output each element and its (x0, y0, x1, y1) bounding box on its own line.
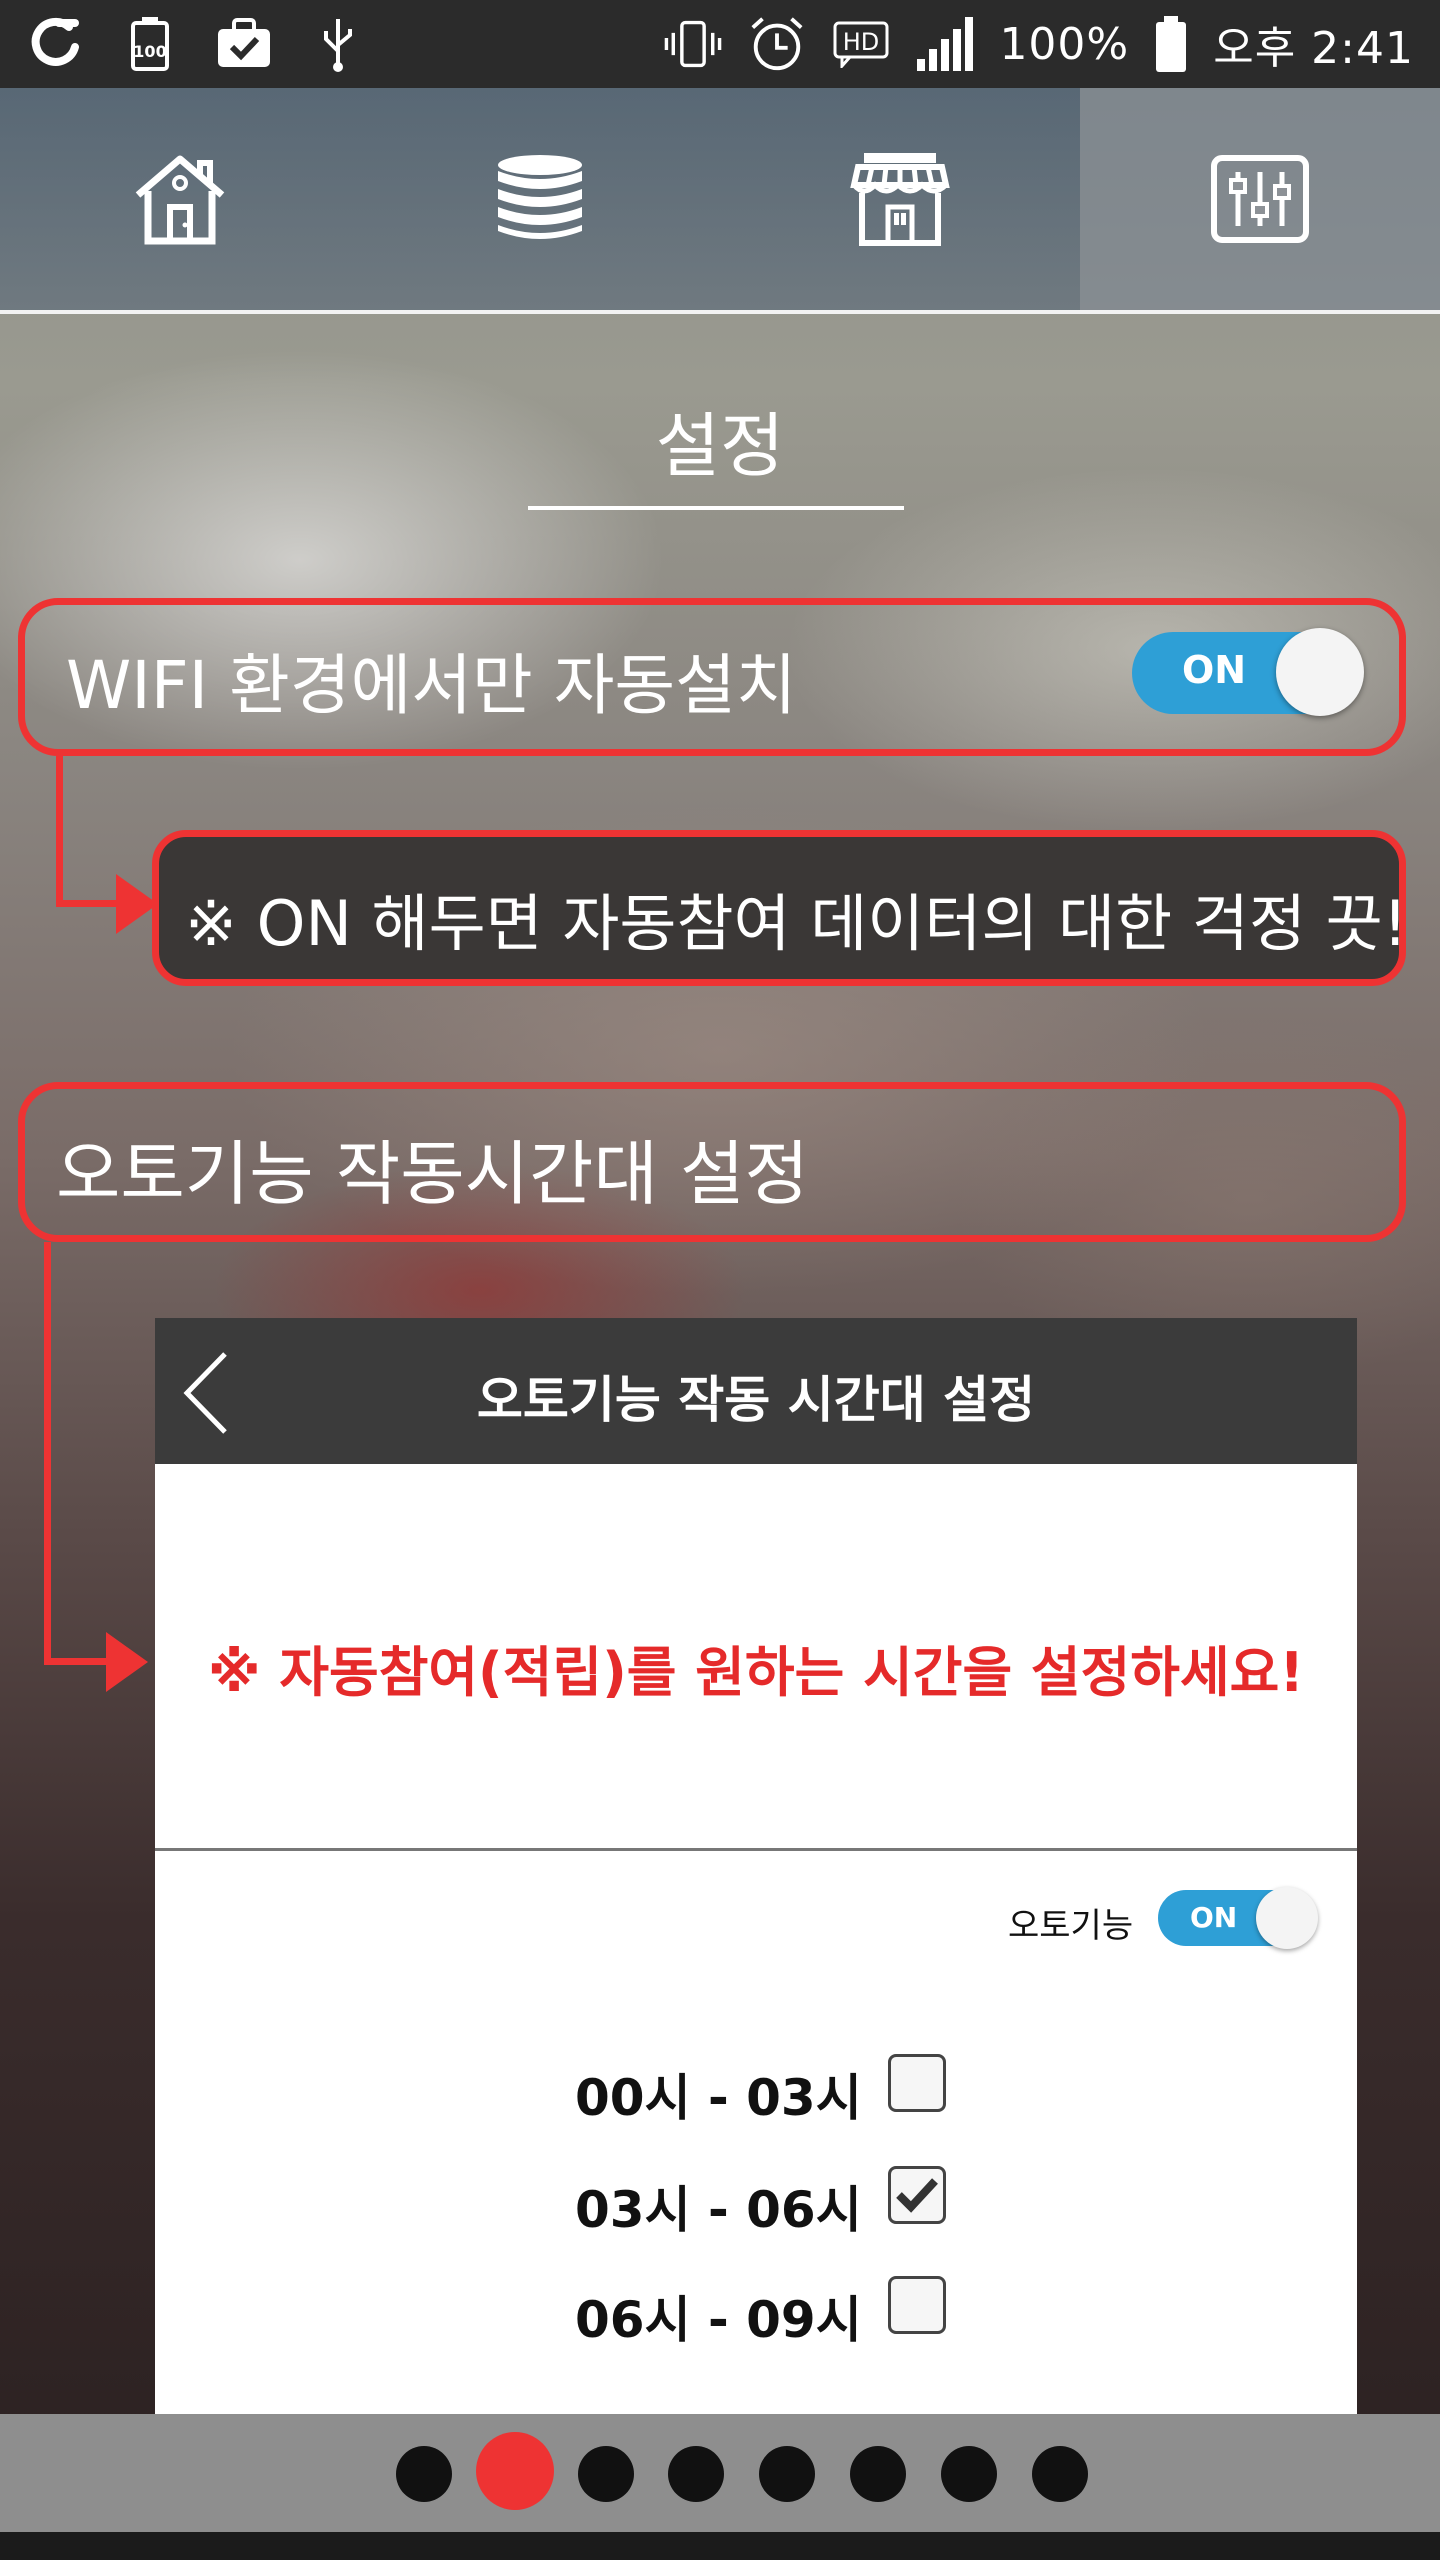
battery-icon (1153, 14, 1189, 74)
time-slot-checkbox[interactable] (888, 2054, 946, 2112)
auto-time-settings-preview: 오토기능 작동 시간대 설정 ※ 자동참여(적립)를 원하는 시간을 설정하세요… (155, 1318, 1357, 2454)
panel-title: 오토기능 작동 시간대 설정 (476, 1371, 1036, 1429)
arrow-right-icon (106, 1632, 148, 1692)
page-dot[interactable] (396, 2446, 452, 2502)
panel-message: ※ 자동참여(적립)를 원하는 시간을 설정하세요! (208, 1641, 1304, 1704)
wifi-toggle[interactable]: ON (1132, 628, 1364, 716)
panel-header: 오토기능 작동 시간대 설정 (155, 1318, 1357, 1464)
auto-time-callout-label: 오토기능 작동시간대 설정 (56, 1133, 809, 1215)
toggle-knob (1276, 628, 1364, 716)
auto-toggle-label: ON (1190, 1901, 1238, 1934)
page-dot[interactable] (941, 2446, 997, 2502)
time-slot-row: 06시 - 09시 (155, 2276, 1357, 2349)
store-icon (850, 153, 950, 246)
usb-icon (308, 14, 368, 74)
o-logo-icon (26, 14, 86, 74)
svg-text:HD: HD (843, 28, 880, 56)
tab-settings[interactable] (1080, 88, 1440, 310)
home-icon (135, 155, 225, 245)
page-dot[interactable] (668, 2446, 724, 2502)
svg-text:100: 100 (133, 42, 166, 61)
time-slot-checkbox[interactable] (888, 2166, 946, 2224)
battery-percent: 100% (999, 18, 1130, 70)
top-tab-bar (0, 88, 1440, 314)
page-indicator (0, 2432, 1440, 2512)
page-title: 설정 (655, 405, 785, 487)
tab-home[interactable] (0, 88, 360, 310)
status-bar: 100 HD 100% 오후 2:41 (0, 0, 1440, 88)
wifi-note-box: ※ ON 해두면 자동참여 데이터의 대한 걱정 끗! (152, 830, 1408, 986)
toggle-knob (1256, 1887, 1318, 1949)
battery-100-icon: 100 (120, 14, 180, 74)
briefcase-check-icon (214, 14, 274, 74)
settings-sliders-icon (1211, 155, 1309, 243)
alarm-icon (747, 14, 807, 74)
time-slot-label: 03시 - 06시 (575, 2181, 862, 2239)
hd-icon: HD (831, 14, 891, 74)
connector-line (44, 1242, 51, 1664)
divider (155, 1848, 1357, 1851)
signal-icon (915, 14, 975, 74)
time-slot-checkbox[interactable] (888, 2276, 946, 2334)
wifi-setting-label: WIFI 환경에서만 자동설치 (66, 647, 797, 724)
page-dot[interactable] (578, 2446, 634, 2502)
tab-store[interactable] (720, 88, 1080, 310)
tab-coins[interactable] (360, 88, 720, 310)
page-dot[interactable] (759, 2446, 815, 2502)
time-slot-row: 03시 - 06시 (155, 2166, 1357, 2239)
bottom-strip (0, 2532, 1440, 2560)
title-underline (528, 506, 904, 510)
auto-function-label: 오토기능 (1008, 1906, 1134, 1946)
page-dot-active[interactable] (476, 2432, 554, 2510)
coins-icon (498, 155, 582, 239)
time-slot-label: 06시 - 09시 (575, 2291, 862, 2349)
page-dot[interactable] (1032, 2446, 1088, 2502)
wifi-note-text: ※ ON 해두면 자동참여 데이터의 대한 걱정 끗! (185, 887, 1408, 960)
checkmark-icon (896, 2178, 938, 2213)
clock: 오후 2:41 (1213, 23, 1414, 74)
vibrate-icon (663, 14, 723, 74)
wifi-toggle-label: ON (1182, 648, 1247, 692)
auto-function-toggle[interactable]: ON (1158, 1887, 1318, 1949)
time-slot-label: 00시 - 03시 (575, 2069, 862, 2127)
time-slot-row: 00시 - 03시 (155, 2054, 1357, 2127)
connector-line (44, 1658, 114, 1665)
page-dot[interactable] (850, 2446, 906, 2502)
connector-line (56, 756, 63, 906)
